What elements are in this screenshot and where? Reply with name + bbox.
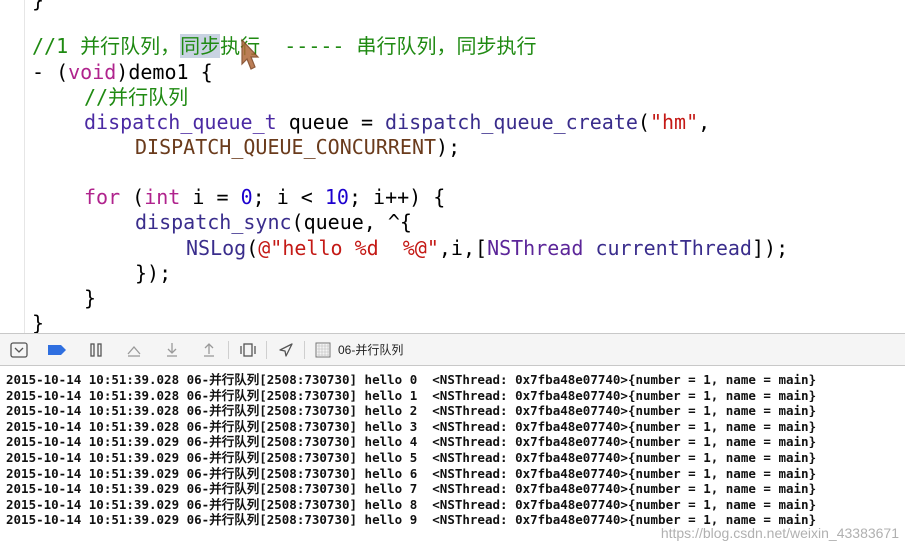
console-line: 2015-10-14 10:51:39.028 06-并行队列[2508:730… <box>6 418 817 434</box>
console-line: 2015-10-14 10:51:39.029 06-并行队列[2508:730… <box>6 481 817 497</box>
code-line-queue-create: dispatch_queue_t queue = dispatch_queue_… <box>84 110 711 134</box>
toolbar-divider <box>266 341 267 359</box>
view-hierarchy-icon[interactable] <box>238 340 258 360</box>
console-line: 2015-10-14 10:51:39.029 06-并行队列[2508:730… <box>6 465 817 481</box>
code-line-method-signature: - (void)demo1 { <box>32 60 213 84</box>
code-line-prev-brace: } <box>32 0 45 12</box>
step-over-icon[interactable] <box>124 340 144 360</box>
pause-icon[interactable] <box>86 340 106 360</box>
code-line-nslog: NSLog(@"hello %d %@",i,[NSThread current… <box>186 236 789 260</box>
step-into-icon[interactable] <box>162 340 182 360</box>
code-line-comment-title: //1 并行队列，同步执行 ----- 串行队列，同步执行 <box>32 34 537 58</box>
console-output[interactable]: 2015-10-14 10:51:39.028 06-并行队列[2508:730… <box>0 367 905 549</box>
code-editor[interactable]: } //1 并行队列，同步执行 ----- 串行队列，同步执行 - (void)… <box>0 0 905 333</box>
code-line-for-close: } <box>84 286 97 310</box>
console-line: 2015-10-14 10:51:39.029 06-并行队列[2508:730… <box>6 496 817 512</box>
console-toggle-icon[interactable] <box>9 340 29 360</box>
step-out-icon[interactable] <box>199 340 219 360</box>
code-line-method-close: } <box>32 311 45 333</box>
editor-gutter <box>0 0 25 333</box>
debug-toolbar: 06-并行队列 <box>0 333 905 366</box>
console-line: 2015-10-14 10:51:39.028 06-并行队列[2508:730… <box>6 387 817 403</box>
code-line-for-loop: for (int i = 0; i < 10; i++) { <box>84 185 446 209</box>
target-label[interactable]: 06-并行队列 <box>338 342 403 359</box>
console-line: 2015-10-14 10:51:39.028 06-并行队列[2508:730… <box>6 372 817 387</box>
code-line-dispatch-sync: dispatch_sync(queue, ^{ <box>135 210 412 234</box>
watermark: https://blog.csdn.net/weixin_43383671 <box>660 525 899 541</box>
mouse-cursor-icon <box>241 38 260 70</box>
code-line-block-close: }); <box>135 261 172 285</box>
toolbar-divider <box>228 341 229 359</box>
console-line: 2015-10-14 10:51:39.028 06-并行队列[2508:730… <box>6 403 817 419</box>
console-line: 2015-10-14 10:51:39.029 06-并行队列[2508:730… <box>6 434 817 450</box>
code-line-queue-const: DISPATCH_QUEUE_CONCURRENT); <box>135 135 461 159</box>
target-icon[interactable] <box>313 340 333 360</box>
breakpoint-icon[interactable] <box>47 340 67 360</box>
console-line: 2015-10-14 10:51:39.029 06-并行队列[2508:730… <box>6 450 817 465</box>
location-arrow-icon[interactable] <box>276 340 296 360</box>
toolbar-divider <box>304 341 305 359</box>
selected-text: 同步 <box>180 34 221 58</box>
code-line-comment-inner: //并行队列 <box>84 85 189 109</box>
